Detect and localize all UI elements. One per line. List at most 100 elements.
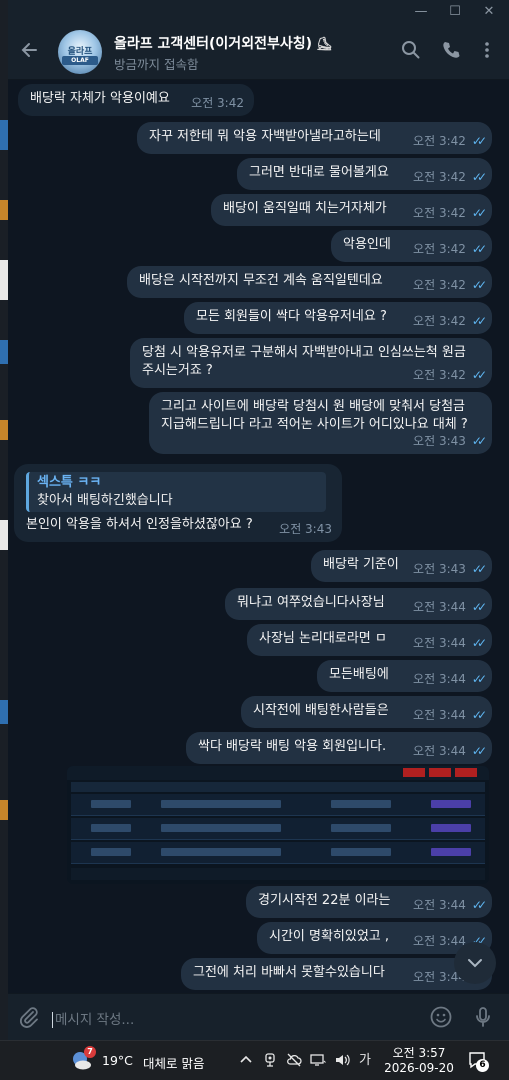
image-table-header (71, 782, 485, 792)
scroll-to-bottom-button[interactable] (454, 942, 496, 984)
image-table-footer (71, 868, 485, 880)
message-bubble-outgoing[interactable]: 그리고 사이트에 배당락 당첨시 원 배당에 맞춰서 당첨금 지급해드립니다 라… (149, 392, 492, 454)
telegram-window: — ☐ ✕ 올라프 OLAF 올라프 고객센터(이거외전부사칭) ⛸ 방금까지 접… (8, 0, 509, 1040)
message-meta: 오전 3:44 ✓✓ (413, 706, 487, 724)
notification-center-icon[interactable]: 6 (468, 1051, 489, 1072)
message-time: 오전 3:44 (413, 636, 466, 650)
message-bubble-incoming-reply[interactable]: 섹스특 ㅋㅋ 찾아서 배팅하긴했습니다 본인이 악용을 하셔서 인정을하셨잖아요… (14, 464, 342, 542)
read-checks-icon: ✓✓ (471, 134, 487, 148)
chat-avatar[interactable]: 올라프 OLAF (58, 30, 102, 74)
message-bubble-outgoing[interactable]: 모든배팅에 오전 3:44 ✓✓ (317, 660, 492, 692)
message-time: 오전 3:43 (413, 434, 466, 448)
webcam-icon[interactable] (262, 1053, 278, 1069)
clock-date[interactable]: 2026-09-20 (380, 1061, 458, 1075)
cloud-offline-icon[interactable] (286, 1053, 302, 1069)
message-composer: 메시지 작성... (8, 993, 509, 1040)
message-meta: 오전 3:42 ✓✓ (413, 276, 487, 294)
message-time: 오전 3:44 (413, 600, 466, 614)
notification-count-badge: 6 (476, 1059, 489, 1072)
read-checks-icon: ✓✓ (471, 744, 487, 758)
message-meta: 오전 3:42 ✓✓ (413, 132, 487, 150)
image-table-row (71, 842, 485, 864)
image-red-tab (455, 768, 477, 777)
message-bubble-outgoing[interactable]: 시간이 명확히있었고 , 오전 3:44 ✓✓ (257, 922, 492, 954)
chat-title[interactable]: 올라프 고객센터(이거외전부사칭) ⛸ (114, 33, 333, 53)
message-text: 본인이 악용을 하셔서 인정을하셨잖아요 ? (26, 517, 253, 532)
message-bubble-outgoing[interactable]: 당첨 시 악용유저로 구분해서 자백받아내고 인심쓰는척 원금 주시는거죠 ? … (130, 338, 492, 388)
weather-alert-badge: 7 (84, 1046, 96, 1058)
phone-icon[interactable] (440, 40, 462, 62)
message-bubble-outgoing[interactable]: 배당이 움직일때 치는거자체가 오전 3:42 ✓✓ (211, 194, 492, 226)
clock-time[interactable]: 오전 3:57 (390, 1044, 448, 1061)
weather-description[interactable]: 대체로 맑음 (143, 1053, 204, 1072)
bet-history-screenshot-image[interactable] (67, 766, 489, 884)
read-checks-icon: ✓✓ (471, 434, 487, 448)
message-meta: 오전 3:42 ✓✓ (413, 204, 487, 222)
message-time: 오전 3:42 (413, 278, 466, 292)
message-list[interactable]: 배당락 자체가 악용이예요 오전 3:42 자꾸 저한테 뭐 악용 자백받아낼라… (8, 80, 509, 993)
image-red-tab (403, 768, 425, 777)
network-icon[interactable] (310, 1053, 326, 1069)
message-time: 오전 3:43 (279, 522, 332, 536)
message-time: 오전 3:44 (413, 708, 466, 722)
reply-text: 찾아서 배팅하긴했습니다 (37, 493, 173, 508)
message-bubble-outgoing[interactable]: 뭐냐고 여쭈었습니다사장님 오전 3:44 ✓✓ (225, 588, 492, 620)
ime-indicator[interactable]: 가 (357, 1053, 373, 1069)
message-meta: 오전 3:44 ✓✓ (413, 896, 487, 914)
message-time: 오전 3:43 (413, 562, 466, 576)
message-meta: 오전 3:42 ✓✓ (413, 366, 487, 384)
message-time: 오전 3:42 (413, 134, 466, 148)
message-bubble-incoming[interactable]: 배당락 자체가 악용이예요 오전 3:42 (18, 84, 254, 116)
more-options-icon[interactable] (476, 40, 498, 62)
read-checks-icon: ✓✓ (471, 314, 487, 328)
message-time: 오전 3:42 (413, 206, 466, 220)
message-bubble-outgoing[interactable]: 배당은 시작전까지 무조건 계속 움직일텐데요 오전 3:42 ✓✓ (127, 266, 492, 298)
message-bubble-outgoing[interactable]: 그러면 반대로 물어볼게요 오전 3:42 ✓✓ (237, 158, 492, 190)
message-text: 당첨 시 악용유저로 구분해서 자백받아내고 인심쓰는척 원금 (142, 345, 466, 360)
avatar-logo-text: 올라프 (67, 47, 93, 57)
message-time: 오전 3:42 (413, 314, 466, 328)
message-time: 오전 3:44 (413, 898, 466, 912)
message-time: 오전 3:42 (413, 170, 466, 184)
chat-title-text: 올라프 고객센터(이거외전부사칭) (114, 36, 312, 52)
message-bubble-outgoing[interactable]: 악용인데 오전 3:42 ✓✓ (331, 230, 492, 262)
message-time: 오전 3:42 (413, 368, 466, 382)
attach-file-icon[interactable] (18, 1006, 40, 1028)
message-meta: 오전 3:44 ✓✓ (413, 670, 487, 688)
microphone-icon[interactable] (471, 1005, 495, 1029)
back-arrow-icon[interactable] (20, 40, 40, 60)
reply-quote[interactable]: 섹스특 ㅋㅋ 찾아서 배팅하긴했습니다 (26, 472, 326, 512)
reply-author: 섹스특 ㅋㅋ (37, 475, 102, 490)
chevron-up-icon[interactable] (238, 1053, 254, 1069)
message-text: 그리고 사이트에 배당락 당첨시 원 배당에 맞춰서 당첨금 (161, 399, 466, 414)
message-input[interactable]: 메시지 작성... (52, 1008, 134, 1028)
message-meta: 오전 3:43 ✓✓ (413, 432, 487, 450)
search-icon[interactable] (400, 40, 422, 62)
weather-temperature[interactable]: 19°C (102, 1053, 133, 1068)
message-bubble-outgoing[interactable]: 자꾸 저한테 뭐 악용 자백받아낼라고하는데 오전 3:42 ✓✓ (137, 122, 492, 154)
message-bubble-outgoing[interactable]: 모든 회원들이 싹다 악용유저네요 ? 오전 3:42 ✓✓ (184, 302, 492, 334)
message-bubble-outgoing[interactable]: 싹다 배당락 배팅 악용 회원입니다. 오전 3:44 ✓✓ (186, 732, 492, 764)
emoji-icon[interactable] (429, 1005, 453, 1029)
close-window-button[interactable]: ✕ (472, 0, 506, 24)
minimize-button[interactable]: — (404, 0, 438, 24)
message-meta: 오전 3:44 ✓✓ (413, 634, 487, 652)
message-bubble-outgoing[interactable]: 경기시작전 22분 이라는 오전 3:44 ✓✓ (246, 886, 492, 918)
message-bubble-outgoing[interactable]: 배당락 기준이 오전 3:43 ✓✓ (311, 550, 492, 582)
windows-taskbar: 7 19°C 대체로 맑음 가 오전 3:57 2026-09-20 6 (0, 1040, 509, 1080)
message-bubble-outgoing[interactable]: 시작전에 배팅한사람들은 오전 3:44 ✓✓ (241, 696, 492, 728)
chat-header: 올라프 OLAF 올라프 고객센터(이거외전부사칭) ⛸ 방금까지 접속함 (8, 24, 509, 80)
read-checks-icon: ✓✓ (471, 672, 487, 686)
chevron-down-icon (468, 959, 482, 968)
read-checks-icon: ✓✓ (471, 278, 487, 292)
message-bubble-outgoing[interactable]: 그전에 처리 바빠서 못할수있습니다 오전 3:44✓✓ (181, 958, 492, 990)
text-caret (52, 1012, 53, 1028)
read-checks-icon: ✓✓ (471, 636, 487, 650)
message-input-placeholder: 메시지 작성... (55, 1012, 135, 1028)
read-checks-icon: ✓✓ (471, 708, 487, 722)
maximize-button[interactable]: ☐ (438, 0, 472, 24)
read-checks-icon: ✓✓ (471, 170, 487, 184)
message-bubble-outgoing[interactable]: 사장님 논리대로라면 ㅁ 오전 3:44 ✓✓ (247, 624, 492, 656)
volume-icon[interactable] (334, 1053, 350, 1069)
message-time: 오전 3:42 (191, 96, 244, 110)
